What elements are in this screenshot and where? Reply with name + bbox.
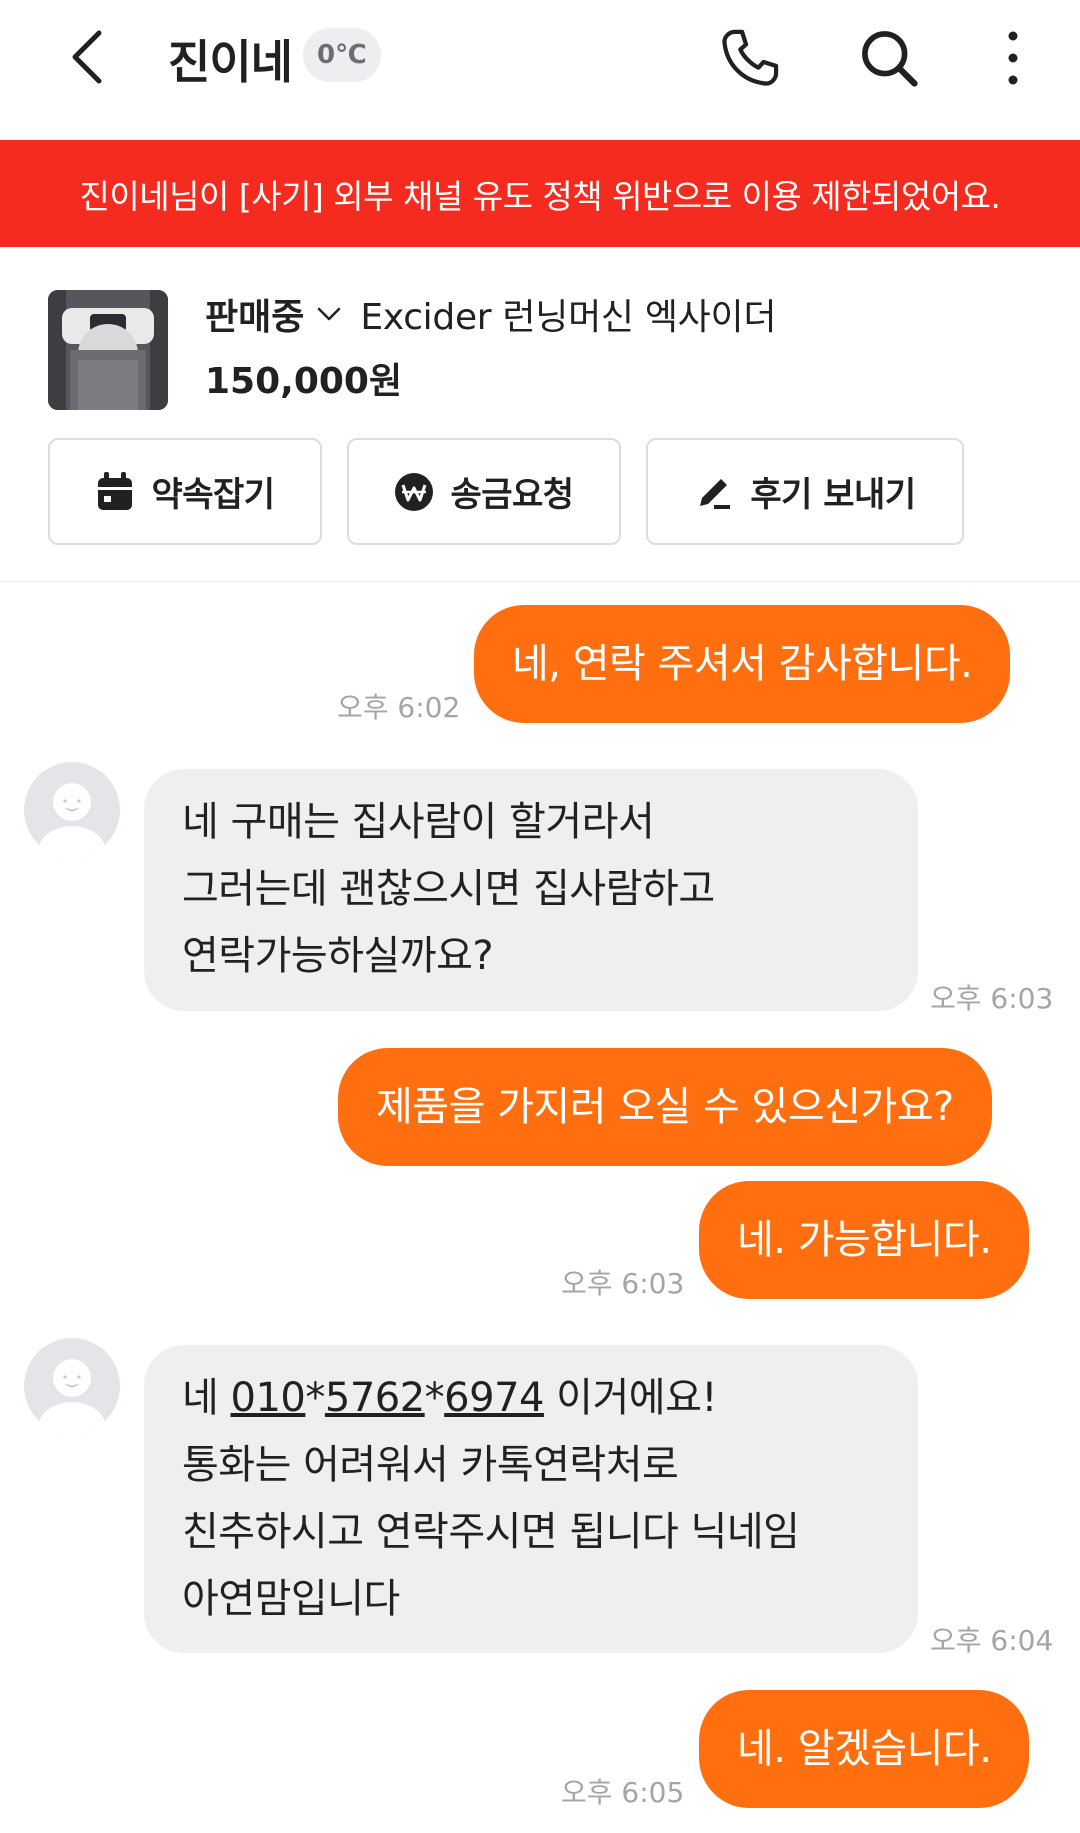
phone-number-link[interactable]: 5762 <box>325 1375 425 1421</box>
status-dropdown[interactable] <box>316 306 342 322</box>
product-price: 150,000원 <box>205 361 403 402</box>
message-text: 네, 연락 주셔서 감사합니다. <box>512 640 973 687</box>
message-text: 네 <box>182 1375 231 1421</box>
product-thumbnail[interactable] <box>48 290 168 410</box>
chat-screen: 진이네 0℃ 진이네님이 [사기] 외부 채널 유도 정책 위반으로 이용 제한… <box>0 0 1080 1833</box>
more-vertical-icon <box>1008 31 1018 85</box>
message-time: 오후 6:03 <box>930 982 1054 1015</box>
chevron-down-icon <box>318 307 341 321</box>
appointment-label: 약속잡기 <box>151 475 275 515</box>
search-icon <box>862 31 918 87</box>
message-time: 오후 6:04 <box>930 1624 1054 1657</box>
sale-status[interactable]: 판매중 <box>205 288 304 340</box>
search-button[interactable] <box>851 20 927 96</box>
restriction-banner: 진이네님이 [사기] 외부 채널 유도 정책 위반으로 이용 제한되었어요. <box>0 140 1080 247</box>
calendar-icon <box>98 471 133 510</box>
remit-label: 송금요청 <box>450 475 574 515</box>
treadmill-image <box>48 290 168 410</box>
message-time: 오후 6:05 <box>561 1776 685 1809</box>
message-line: 연락가능하실까요? <box>182 933 494 979</box>
message-line: 네 010*5762*6974 이거에요! <box>182 1365 880 1432</box>
won-coin-icon <box>395 472 434 511</box>
request-remittance-button[interactable]: 송금요청 <box>347 438 621 545</box>
default-profile-icon <box>38 783 106 858</box>
message-line: 친추하시고 연락주시면 됩니다 닉네임 <box>182 1509 800 1555</box>
review-label: 후기 보내기 <box>750 475 916 515</box>
product-summary: 판매중 Excider 런닝머신 엑사이더 150,000원 약속잡기 송금요청… <box>0 247 1080 582</box>
message-text: * <box>305 1375 325 1421</box>
phone-number-link[interactable]: 010 <box>231 1375 306 1421</box>
more-options-button[interactable] <box>975 20 1051 96</box>
message-text: 네. 가능합니다. <box>737 1216 992 1263</box>
message-line: 아연맘입니다 <box>182 1576 400 1622</box>
avatar[interactable] <box>24 1338 120 1434</box>
message-line: 네 구매는 집사람이 할거라서 <box>182 799 655 845</box>
message-text: 네. 알겠습니다. <box>737 1725 992 1772</box>
message-line: 통화는 어려워서 카톡연락처로 <box>182 1442 679 1488</box>
product-title-row: 판매중 Excider 런닝머신 엑사이더 <box>205 288 777 340</box>
outgoing-message[interactable]: 네. 가능합니다. <box>699 1181 1030 1299</box>
message-time: 오후 6:03 <box>561 1267 685 1300</box>
call-button[interactable] <box>712 20 788 96</box>
message-line: 그러는데 괜찮으시면 집사람하고 <box>182 866 715 912</box>
message-text: * <box>424 1375 445 1421</box>
avatar[interactable] <box>24 762 120 858</box>
message-time: 오후 6:02 <box>337 691 461 724</box>
phone-number-link[interactable]: 6974 <box>444 1375 544 1421</box>
message-text: 이거에요! <box>543 1375 717 1421</box>
phone-icon <box>722 29 779 86</box>
message-text: 제품을 가지러 오실 수 있으신가요? <box>376 1083 954 1130</box>
product-name: Excider 런닝머신 엑사이더 <box>360 297 777 338</box>
outgoing-message[interactable]: 네. 알겠습니다. <box>699 1690 1030 1808</box>
make-appointment-button[interactable]: 약속잡기 <box>48 438 322 545</box>
chat-header: 진이네 0℃ <box>0 0 1080 140</box>
back-button[interactable] <box>52 22 122 92</box>
outgoing-message[interactable]: 네, 연락 주셔서 감사합니다. <box>474 605 1011 723</box>
send-review-button[interactable]: 후기 보내기 <box>646 438 964 545</box>
incoming-message[interactable]: 네 010*5762*6974 이거에요! 통화는 어려워서 카톡연락처로 친추… <box>144 1345 918 1653</box>
manner-temperature-badge: 0℃ <box>303 28 381 82</box>
outgoing-message[interactable]: 제품을 가지러 오실 수 있으신가요? <box>338 1048 992 1166</box>
pencil-icon <box>700 478 731 509</box>
default-profile-icon <box>38 1359 106 1434</box>
incoming-message[interactable]: 네 구매는 집사람이 할거라서 그러는데 괜찮으시면 집사람하고 연락가능하실까… <box>144 769 918 1011</box>
back-arrow-icon <box>72 30 102 84</box>
chat-partner-name: 진이네 <box>168 35 293 89</box>
